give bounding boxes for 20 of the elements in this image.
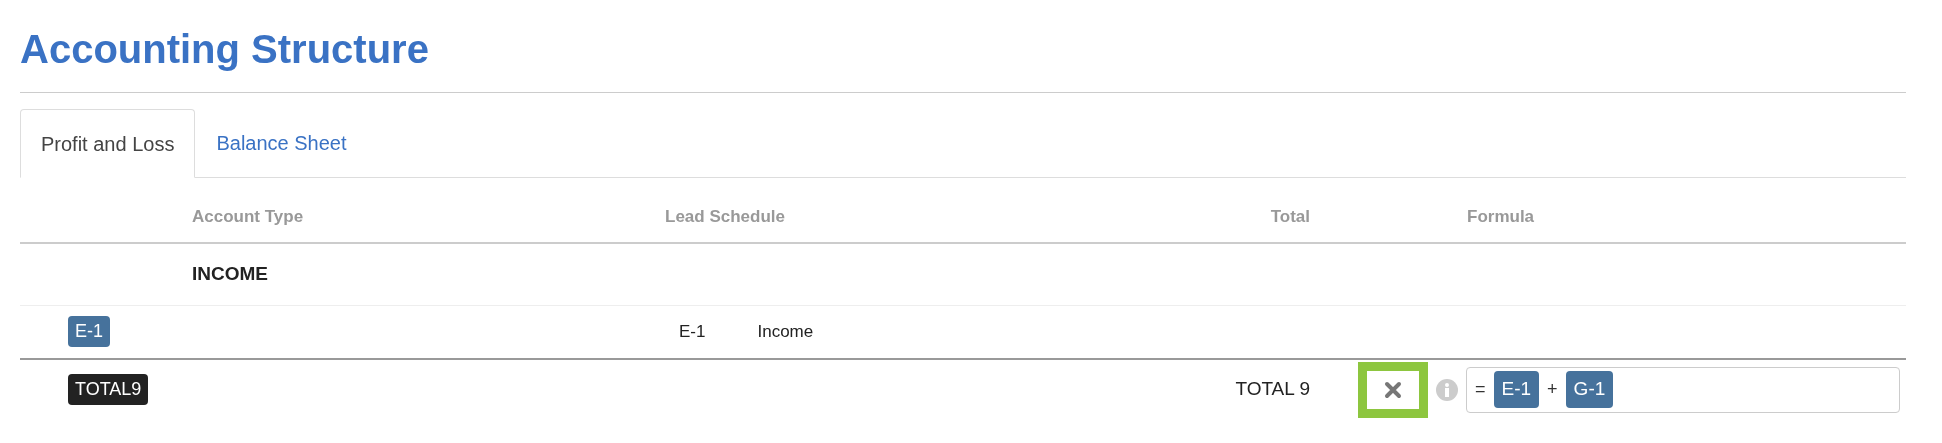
formula-token: E-1 bbox=[1493, 371, 1540, 408]
formula-field[interactable]: = E-1 + G-1 bbox=[1466, 366, 1900, 413]
code-badge: E-1 bbox=[68, 316, 110, 347]
tab[interactable]: Balance Sheet bbox=[195, 109, 368, 177]
page-title: Accounting Structure bbox=[20, 26, 430, 73]
lead-code: E-1 bbox=[679, 320, 706, 343]
section-heading: INCOME bbox=[192, 261, 269, 286]
code-badge: TOTAL9 bbox=[68, 374, 149, 405]
formula-operator: + bbox=[1547, 378, 1558, 401]
column-header: Lead Schedule bbox=[665, 206, 786, 228]
lead-name: Income bbox=[757, 320, 814, 343]
column-header: Account Type bbox=[192, 206, 305, 228]
tab[interactable]: Profit and Loss bbox=[20, 109, 196, 178]
close-icon bbox=[1384, 380, 1402, 399]
formula-operator: = bbox=[1475, 378, 1486, 401]
total-label: TOTAL 9 bbox=[1234, 377, 1311, 402]
column-header: Total bbox=[1269, 206, 1311, 228]
remove-button[interactable] bbox=[1358, 361, 1428, 418]
column-header: Formula bbox=[1466, 206, 1536, 228]
formula-token: G-1 bbox=[1565, 371, 1614, 408]
